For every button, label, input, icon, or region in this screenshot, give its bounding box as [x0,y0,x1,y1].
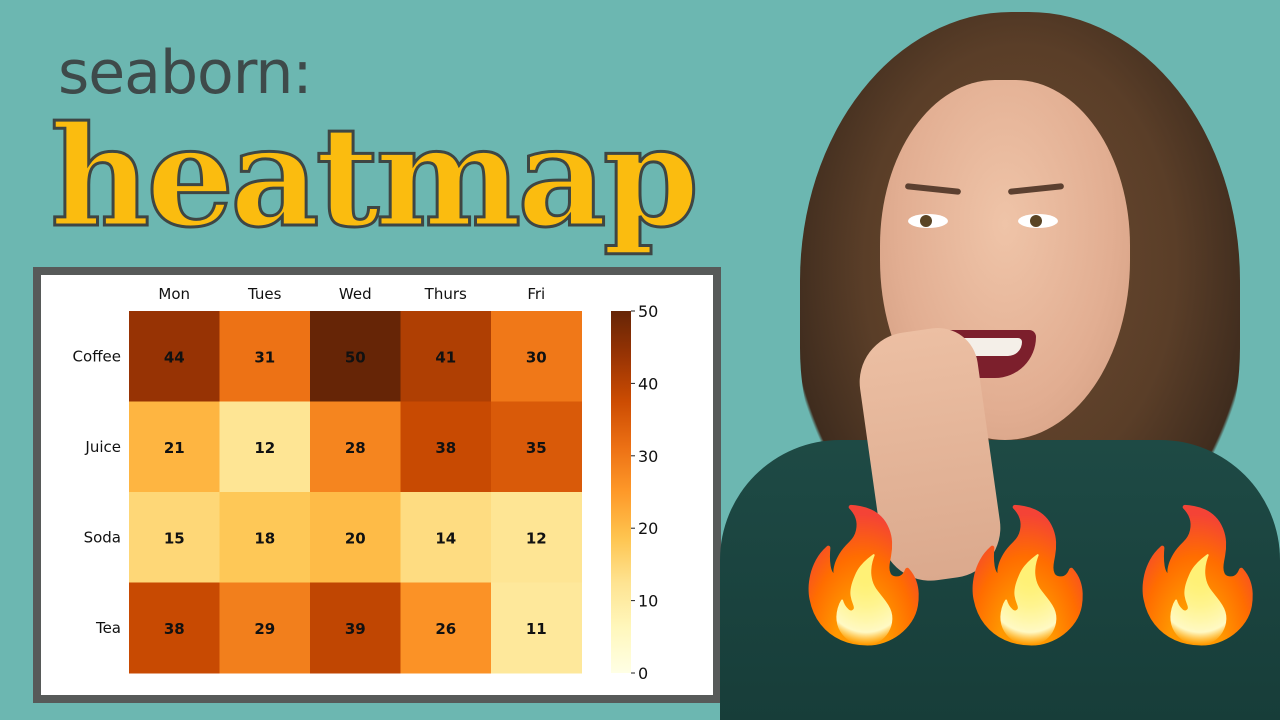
right-eye [1018,214,1058,228]
cell-value-label: 29 [254,620,275,638]
cell-value-label: 41 [435,348,456,366]
cell-value-label: 18 [254,529,275,547]
cell-value-label: 14 [435,529,456,547]
colorbar-tick-label: 10 [638,592,658,611]
cell-value-label: 26 [435,620,456,638]
cell-value-label: 50 [345,348,366,366]
colorbar-tick-label: 50 [638,302,658,321]
cell-value-label: 12 [526,529,547,547]
y-tick-label: Tea [95,619,121,637]
x-tick-label: Wed [339,285,372,303]
y-tick-label: Juice [84,438,121,456]
y-tick-label: Coffee [73,347,121,365]
cell-value-label: 20 [345,529,366,547]
cell-value-label: 35 [526,439,547,457]
colorbar-tick-label: 0 [638,664,648,683]
x-tick-label: Thurs [424,285,467,303]
colorbar-tick-label: 30 [638,447,658,466]
x-tick-label: Tues [247,285,282,303]
left-eye [908,214,948,228]
cell-value-label: 31 [254,348,275,366]
heatmap-chart: Mon Tues Wed Thurs Fri Coffee Juice Soda Tea 44 31… [73,285,659,683]
heatmap-panel: Mon Tues Wed Thurs Fri Coffee Juice Soda Tea 44 31… [41,275,713,695]
cell-value-label: 38 [435,439,456,457]
title: heatmap [48,95,700,258]
cell-value-label: 12 [254,439,275,457]
colorbar-tick-label: 20 [638,519,658,538]
heatmap-frame: Mon Tues Wed Thurs Fri Coffee Juice Soda Tea 44 31… [33,267,721,703]
cell-value-label: 44 [164,348,185,366]
cell-value-label: 11 [526,620,547,638]
cell-value-label: 15 [164,529,185,547]
cell-value-label: 28 [345,439,366,457]
y-tick-label: Soda [84,528,121,546]
x-tick-label: Mon [158,285,190,303]
fire-icon: 🔥 [948,501,1108,650]
x-tick-label: Fri [527,285,545,303]
fire-icon: 🔥 [784,501,944,650]
cell-value-label: 30 [526,348,547,366]
cell-value-label: 39 [345,620,366,638]
colorbar-tick-label: 40 [638,374,658,393]
fire-icon: 🔥 [1118,501,1278,650]
cell-value-label: 21 [164,439,185,457]
cell-value-label: 38 [164,620,185,638]
colorbar [611,311,631,673]
